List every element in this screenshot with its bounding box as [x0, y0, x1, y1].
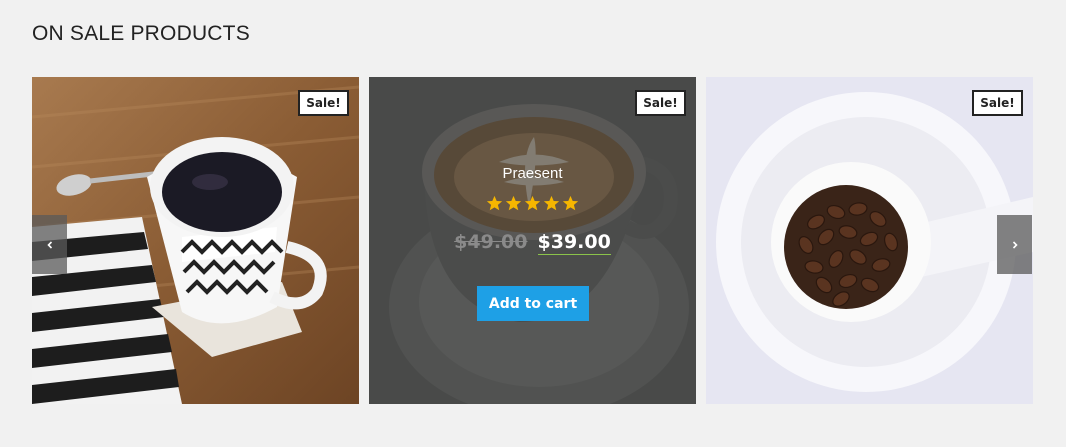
chevron-left-icon: [46, 240, 52, 249]
product-name[interactable]: Praesent: [369, 165, 696, 182]
product-image-coffee-beans[interactable]: [706, 77, 1033, 404]
product-card[interactable]: Sale!: [32, 77, 359, 404]
price-block: $49.00 $39.00: [369, 231, 696, 255]
add-to-cart-button[interactable]: Add to cart: [477, 286, 589, 321]
sale-badge: Sale!: [298, 90, 349, 116]
product-card[interactable]: Sale!: [706, 77, 1033, 404]
product-card[interactable]: Sale! Praesent $49.00 $39.00 Add to cart: [369, 77, 696, 404]
regular-price: $49.00: [454, 231, 528, 253]
chevron-right-icon: [1012, 240, 1018, 249]
star-icon: [562, 195, 579, 211]
star-icon: [524, 195, 541, 211]
carousel-prev-button[interactable]: [32, 215, 67, 274]
rating-stars: [369, 195, 696, 212]
star-icon: [486, 195, 503, 211]
product-image-coffee-mug[interactable]: [32, 77, 359, 404]
carousel-next-button[interactable]: [997, 215, 1032, 274]
sale-badge: Sale!: [972, 90, 1023, 116]
product-info: Praesent $49.00 $39.00 Add to cart: [369, 77, 696, 404]
star-icon: [505, 195, 522, 211]
sale-price: $39.00: [537, 231, 611, 255]
section-title: ON SALE PRODUCTS: [32, 22, 250, 45]
on-sale-section: ON SALE PRODUCTS Sale! Sale! Praesent $4…: [0, 0, 1066, 447]
product-carousel: Sale! Sale! Praesent $49.00 $39.00 Add t…: [32, 77, 1033, 404]
star-icon: [543, 195, 560, 211]
